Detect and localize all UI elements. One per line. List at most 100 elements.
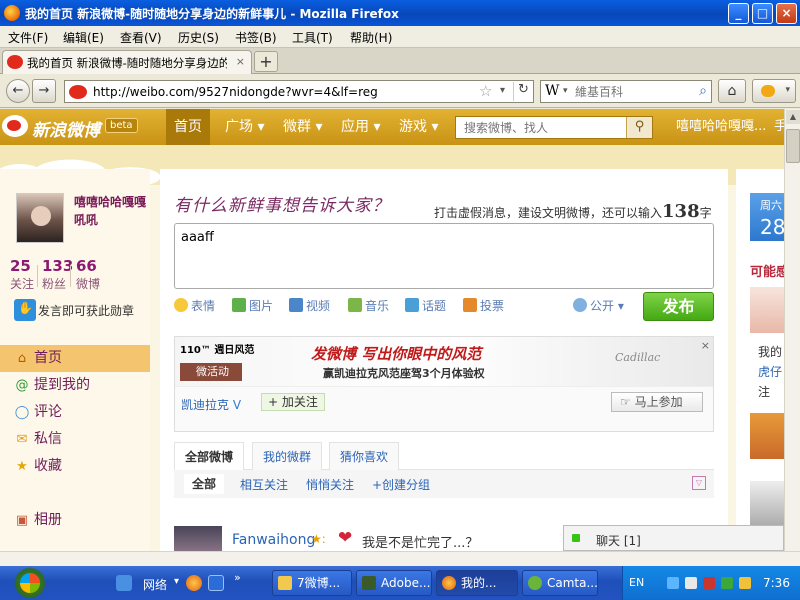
followers-count[interactable]: 133 xyxy=(42,257,73,275)
menu-file[interactable]: 文件(F) xyxy=(8,29,48,46)
visibility-selector[interactable]: 公开 ▾ xyxy=(573,297,624,314)
join-now-button[interactable]: ☞ 马上参加 xyxy=(611,392,703,412)
scroll-thumb[interactable] xyxy=(786,129,800,163)
menu-tools[interactable]: 工具(T) xyxy=(292,29,333,46)
browser-tab[interactable]: 我的首页 新浪微博-随时随地分享身边的... × xyxy=(2,50,252,74)
forward-button[interactable]: → xyxy=(32,79,56,103)
network-tray-icon[interactable] xyxy=(667,577,679,589)
follow-button[interactable]: + 加关注 xyxy=(261,393,325,411)
search-icon[interactable]: ⌕ xyxy=(699,83,707,99)
home-button[interactable]: ⌂ xyxy=(718,79,746,103)
taskbar-folder[interactable]: 7微博... xyxy=(272,570,352,596)
nav-square[interactable]: 广场 ▾ xyxy=(225,109,264,145)
shield-tray-icon[interactable] xyxy=(721,577,733,589)
network-label[interactable]: 网络 xyxy=(143,576,167,593)
firefox-quicklaunch-icon[interactable] xyxy=(186,575,202,591)
tool-video[interactable]: 视频 xyxy=(289,297,330,314)
weibo-brand[interactable]: 新浪微博 xyxy=(32,116,100,141)
suggested-user-avatar[interactable] xyxy=(750,413,784,459)
publish-button[interactable]: 发布 xyxy=(643,292,714,321)
back-button[interactable]: ← xyxy=(6,79,30,103)
more-quicklaunch-icon[interactable]: » xyxy=(234,571,241,584)
subtab-secret[interactable]: 悄悄关注 xyxy=(306,476,354,493)
weibo-search-icon[interactable]: ⚲ xyxy=(626,117,652,138)
taskbar-dreamweaver[interactable]: Adobe... xyxy=(356,570,432,596)
header-username[interactable]: 嘻嘻哈哈嘎嘎... xyxy=(676,109,766,145)
suggested-user-avatar[interactable] xyxy=(750,481,784,527)
sidebar-item-favorites[interactable]: ★ 收藏 xyxy=(0,453,150,480)
security-tray-icon[interactable] xyxy=(703,577,715,589)
url-dropdown-icon[interactable]: ▾ xyxy=(500,85,505,96)
tab-close-icon[interactable]: × xyxy=(236,55,245,68)
ad-account-link[interactable]: 凯迪拉克 V xyxy=(181,396,241,413)
sidebar-item-comments[interactable]: ◯ 评论 xyxy=(0,399,150,426)
maximize-button[interactable]: □ xyxy=(752,3,773,24)
weibo-search-box[interactable]: ⚲ xyxy=(455,116,653,139)
medal-text[interactable]: 发言即可获此勋章 xyxy=(38,302,134,319)
search-engine-dropdown-icon[interactable]: ▾ xyxy=(563,86,568,96)
sidebar-item-album[interactable]: ▣ 相册 xyxy=(0,507,150,534)
volume-tray-icon[interactable] xyxy=(739,577,751,589)
desktop-icon[interactable] xyxy=(208,575,224,591)
minimize-button[interactable]: _ xyxy=(728,3,749,24)
avatar[interactable] xyxy=(16,193,64,243)
header-more[interactable]: 手 xyxy=(774,109,784,145)
compose-textarea[interactable]: aaaff xyxy=(174,223,714,289)
reload-icon[interactable]: ↻ xyxy=(513,82,533,101)
search-bar[interactable]: W ▾ ⌕ xyxy=(540,80,712,103)
suggested-user-avatar[interactable] xyxy=(750,287,784,333)
weibo-search-input[interactable] xyxy=(456,117,626,138)
menu-history[interactable]: 历史(S) xyxy=(178,29,219,46)
menu-edit[interactable]: 编辑(E) xyxy=(63,29,104,46)
url-input[interactable] xyxy=(93,83,473,100)
posts-count[interactable]: 66 xyxy=(76,257,97,275)
medal-icon[interactable] xyxy=(14,299,36,321)
new-tab-button[interactable]: + xyxy=(254,51,278,72)
menu-help[interactable]: 帮助(H) xyxy=(350,29,392,46)
tab-all-posts[interactable]: 全部微博 xyxy=(174,442,245,471)
ad-image[interactable]: 110™ 週日风范 微活动 发微博 写出你眼中的风范 赢凯迪拉克风范座驾3个月体… xyxy=(175,337,713,387)
tab-recommended[interactable]: 猜你喜欢 xyxy=(329,442,400,470)
post-author[interactable]: Fanwaihong xyxy=(232,532,315,548)
menu-view[interactable]: 查看(V) xyxy=(120,29,162,46)
collapse-icon[interactable]: ▽ xyxy=(692,476,706,490)
weibo-logo-icon[interactable] xyxy=(2,115,28,137)
subtab-mutual[interactable]: 相互关注 xyxy=(240,476,288,493)
sidebar-item-home[interactable]: ⌂ 首页 xyxy=(0,345,150,372)
sidebar-item-mentions[interactable]: @ 提到我的 xyxy=(0,372,150,399)
followers-label[interactable]: 粉丝 xyxy=(42,275,66,292)
bookmark-star-icon[interactable]: ☆ xyxy=(479,82,492,100)
ad-close-icon[interactable]: × xyxy=(701,339,710,352)
addon-button[interactable]: ▾ xyxy=(752,79,796,103)
menu-bookmarks[interactable]: 书签(B) xyxy=(235,29,277,46)
tool-image[interactable]: 图片 xyxy=(232,297,273,314)
url-bar[interactable]: ☆ ▾ ↻ xyxy=(64,80,534,103)
tool-music[interactable]: 音乐 xyxy=(348,297,389,314)
nav-home[interactable]: 首页 xyxy=(166,109,210,145)
profile-name[interactable]: 嘻嘻哈哈嘎嘎吼吼 xyxy=(74,193,146,229)
subtab-all[interactable]: 全部 xyxy=(184,474,225,494)
language-indicator[interactable]: EN xyxy=(629,576,644,589)
tool-topic[interactable]: 话题 xyxy=(405,297,446,314)
search-input[interactable] xyxy=(575,83,685,100)
tool-vote[interactable]: 投票 xyxy=(463,297,504,314)
following-count[interactable]: 25 xyxy=(10,257,31,275)
taskbar-camtasia[interactable]: Camta... xyxy=(522,570,598,596)
sidebar-item-messages[interactable]: ✉ 私信 xyxy=(0,426,150,453)
start-button[interactable] xyxy=(0,566,60,600)
suggest-link[interactable]: 虎仔 xyxy=(758,363,782,380)
tool-emoticon[interactable]: 表情 xyxy=(174,297,215,314)
calendar-widget[interactable]: 周六 28 xyxy=(750,193,784,241)
following-label[interactable]: 关注 xyxy=(10,275,34,292)
chat-panel[interactable]: 聊天 [1] xyxy=(563,525,784,551)
nav-apps[interactable]: 应用 ▾ xyxy=(341,109,380,145)
nav-games[interactable]: 游戏 ▾ xyxy=(399,109,438,145)
post-avatar[interactable] xyxy=(174,526,222,551)
vertical-scrollbar[interactable]: ▲ xyxy=(784,109,800,551)
addon-dropdown-icon[interactable]: ▾ xyxy=(785,85,790,95)
taskbar-firefox[interactable]: 我的... xyxy=(436,570,518,596)
subtab-create-group[interactable]: +创建分组 xyxy=(372,476,430,493)
network-dropdown-icon[interactable]: ▾ xyxy=(174,576,179,587)
connection-tray-icon[interactable] xyxy=(685,577,697,589)
nav-groups[interactable]: 微群 ▾ xyxy=(283,109,322,145)
